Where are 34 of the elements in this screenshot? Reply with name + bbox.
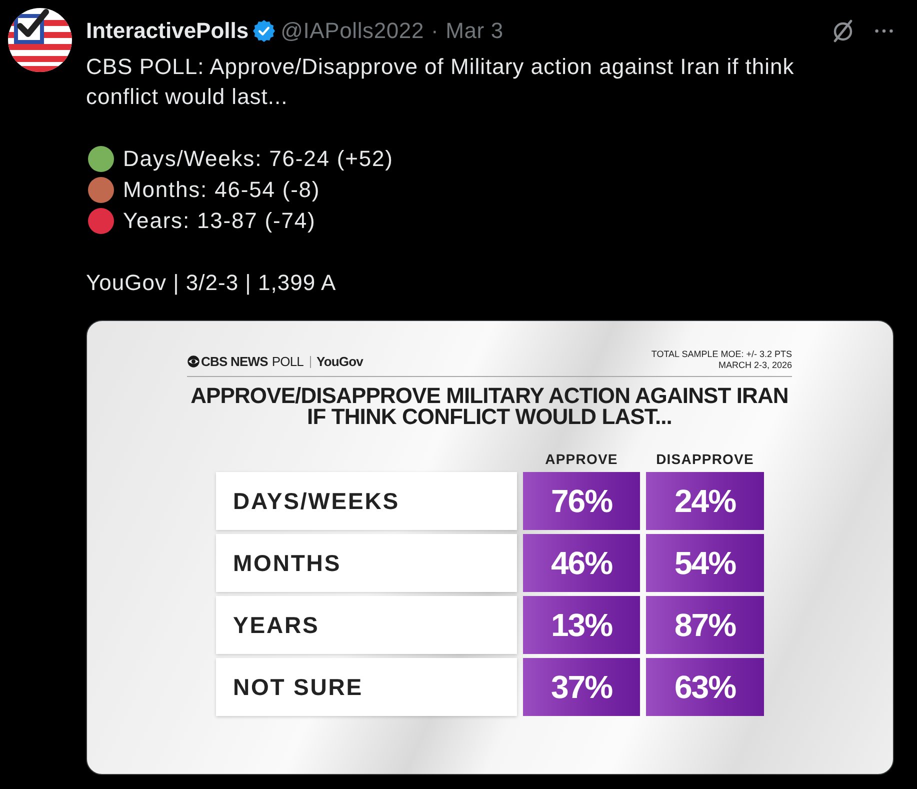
author-handle[interactable]: @IAPolls2022 [280, 18, 424, 44]
percentage-cell: 46% [523, 534, 640, 592]
row-label: NOT SURE [216, 658, 517, 716]
row-label: MONTHS [216, 534, 517, 592]
post-date[interactable]: Mar 3 [446, 18, 504, 44]
more-icon[interactable] [875, 29, 893, 33]
percentage-cell: 87% [646, 596, 764, 654]
column-header: DISAPPROVE [655, 451, 755, 467]
row-label: DAYS/WEEKS [216, 472, 517, 530]
margin-of-error: TOTAL SAMPLE MOE: +/- 3.2 PTS [651, 349, 792, 360]
result-line: Days/Weeks: 76-24 (+52) [123, 146, 394, 172]
separator-dot: · [431, 18, 439, 44]
percentage-cell: 76% [523, 472, 640, 530]
percentage-cell: 63% [646, 658, 764, 716]
column-header: APPROVE [544, 451, 619, 467]
partner-name: YouGov [316, 354, 363, 369]
percentage-cell: 24% [646, 472, 764, 530]
percentage-cell: 54% [646, 534, 764, 592]
eye-icon [187, 355, 200, 368]
row-label: YEARS [216, 596, 517, 654]
poll-graphic[interactable] [86, 320, 894, 775]
percentage-cell: 13% [523, 596, 640, 654]
result-line: Years: 13-87 (-74) [123, 208, 316, 234]
post-text: CBS POLL: Approve/Disapprove of Military action against Iran if think conflict would last... [86, 53, 796, 111]
source-line: YouGov | 3/2-3 | 1,399 A [86, 269, 338, 297]
result-line: Months: 46-54 (-8) [123, 176, 320, 202]
graphic-title: APPROVE/DISAPPROVE MILITARY ACTION AGAINST IRAN [190, 385, 788, 406]
network-name: CBS NEWS [201, 354, 268, 369]
author-name[interactable]: InteractivePolls [86, 18, 249, 44]
poll-dates: MARCH 2-3, 2026 [718, 360, 792, 371]
slashed-circle-icon[interactable] [831, 19, 855, 43]
graphic-title: IF THINK CONFLICT WOULD LAST... [307, 406, 672, 427]
poll-label: POLL [272, 354, 304, 369]
percentage-cell: 37% [523, 658, 640, 716]
